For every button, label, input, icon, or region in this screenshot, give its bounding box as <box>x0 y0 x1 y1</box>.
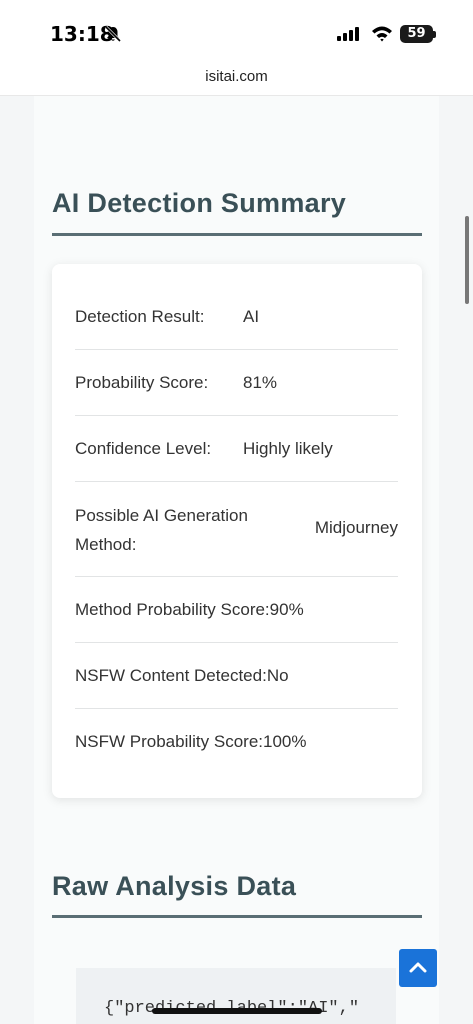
row-label: Probability Score: <box>75 373 209 392</box>
row-divider <box>75 642 398 643</box>
row-label: NSFW Content Detected: <box>75 666 267 685</box>
row-label: NSFW Probability Score: <box>75 732 263 751</box>
summary-card: Detection Result: AI Probability Score: … <box>52 264 422 798</box>
row-value: No <box>266 666 289 685</box>
row-divider <box>75 349 398 350</box>
battery-icon: 59 <box>400 25 433 43</box>
row-label: Method Probability Score: <box>75 600 270 619</box>
url-bar[interactable]: isitai.com <box>0 62 473 96</box>
row-divider <box>75 481 398 482</box>
row-generation-method: Possible AI Generation Method: Midjourne… <box>75 501 398 557</box>
summary-title: AI Detection Summary <box>52 188 347 218</box>
battery-cap <box>433 31 436 38</box>
home-indicator[interactable] <box>152 1008 322 1014</box>
row-label: Possible AI Generation Method: <box>75 506 248 554</box>
bell-slash-icon <box>104 25 122 43</box>
back-to-top-button[interactable] <box>399 949 437 987</box>
row-value: 100% <box>263 732 307 751</box>
row-value: AI <box>243 307 260 326</box>
chevron-up-icon <box>409 962 427 973</box>
raw-data-title: Raw Analysis Data <box>52 871 297 901</box>
row-value: 90% <box>269 600 304 619</box>
summary-title-rule <box>52 233 422 236</box>
wifi-icon <box>372 26 392 42</box>
status-bar: 13:18 59 <box>0 0 473 62</box>
row-divider <box>75 708 398 709</box>
row-value: Highly likely <box>243 439 333 458</box>
row-label: Confidence Level: <box>75 439 212 458</box>
row-value: Midjourney <box>314 518 398 537</box>
row-value: 81% <box>243 373 278 392</box>
raw-data-title-rule <box>52 915 422 918</box>
row-divider <box>75 576 398 577</box>
scrollbar[interactable] <box>465 216 469 304</box>
url-text: isitai.com <box>205 68 268 85</box>
signal-icon <box>337 27 359 41</box>
row-divider <box>75 415 398 416</box>
row-label: Detection Result: <box>75 307 205 326</box>
